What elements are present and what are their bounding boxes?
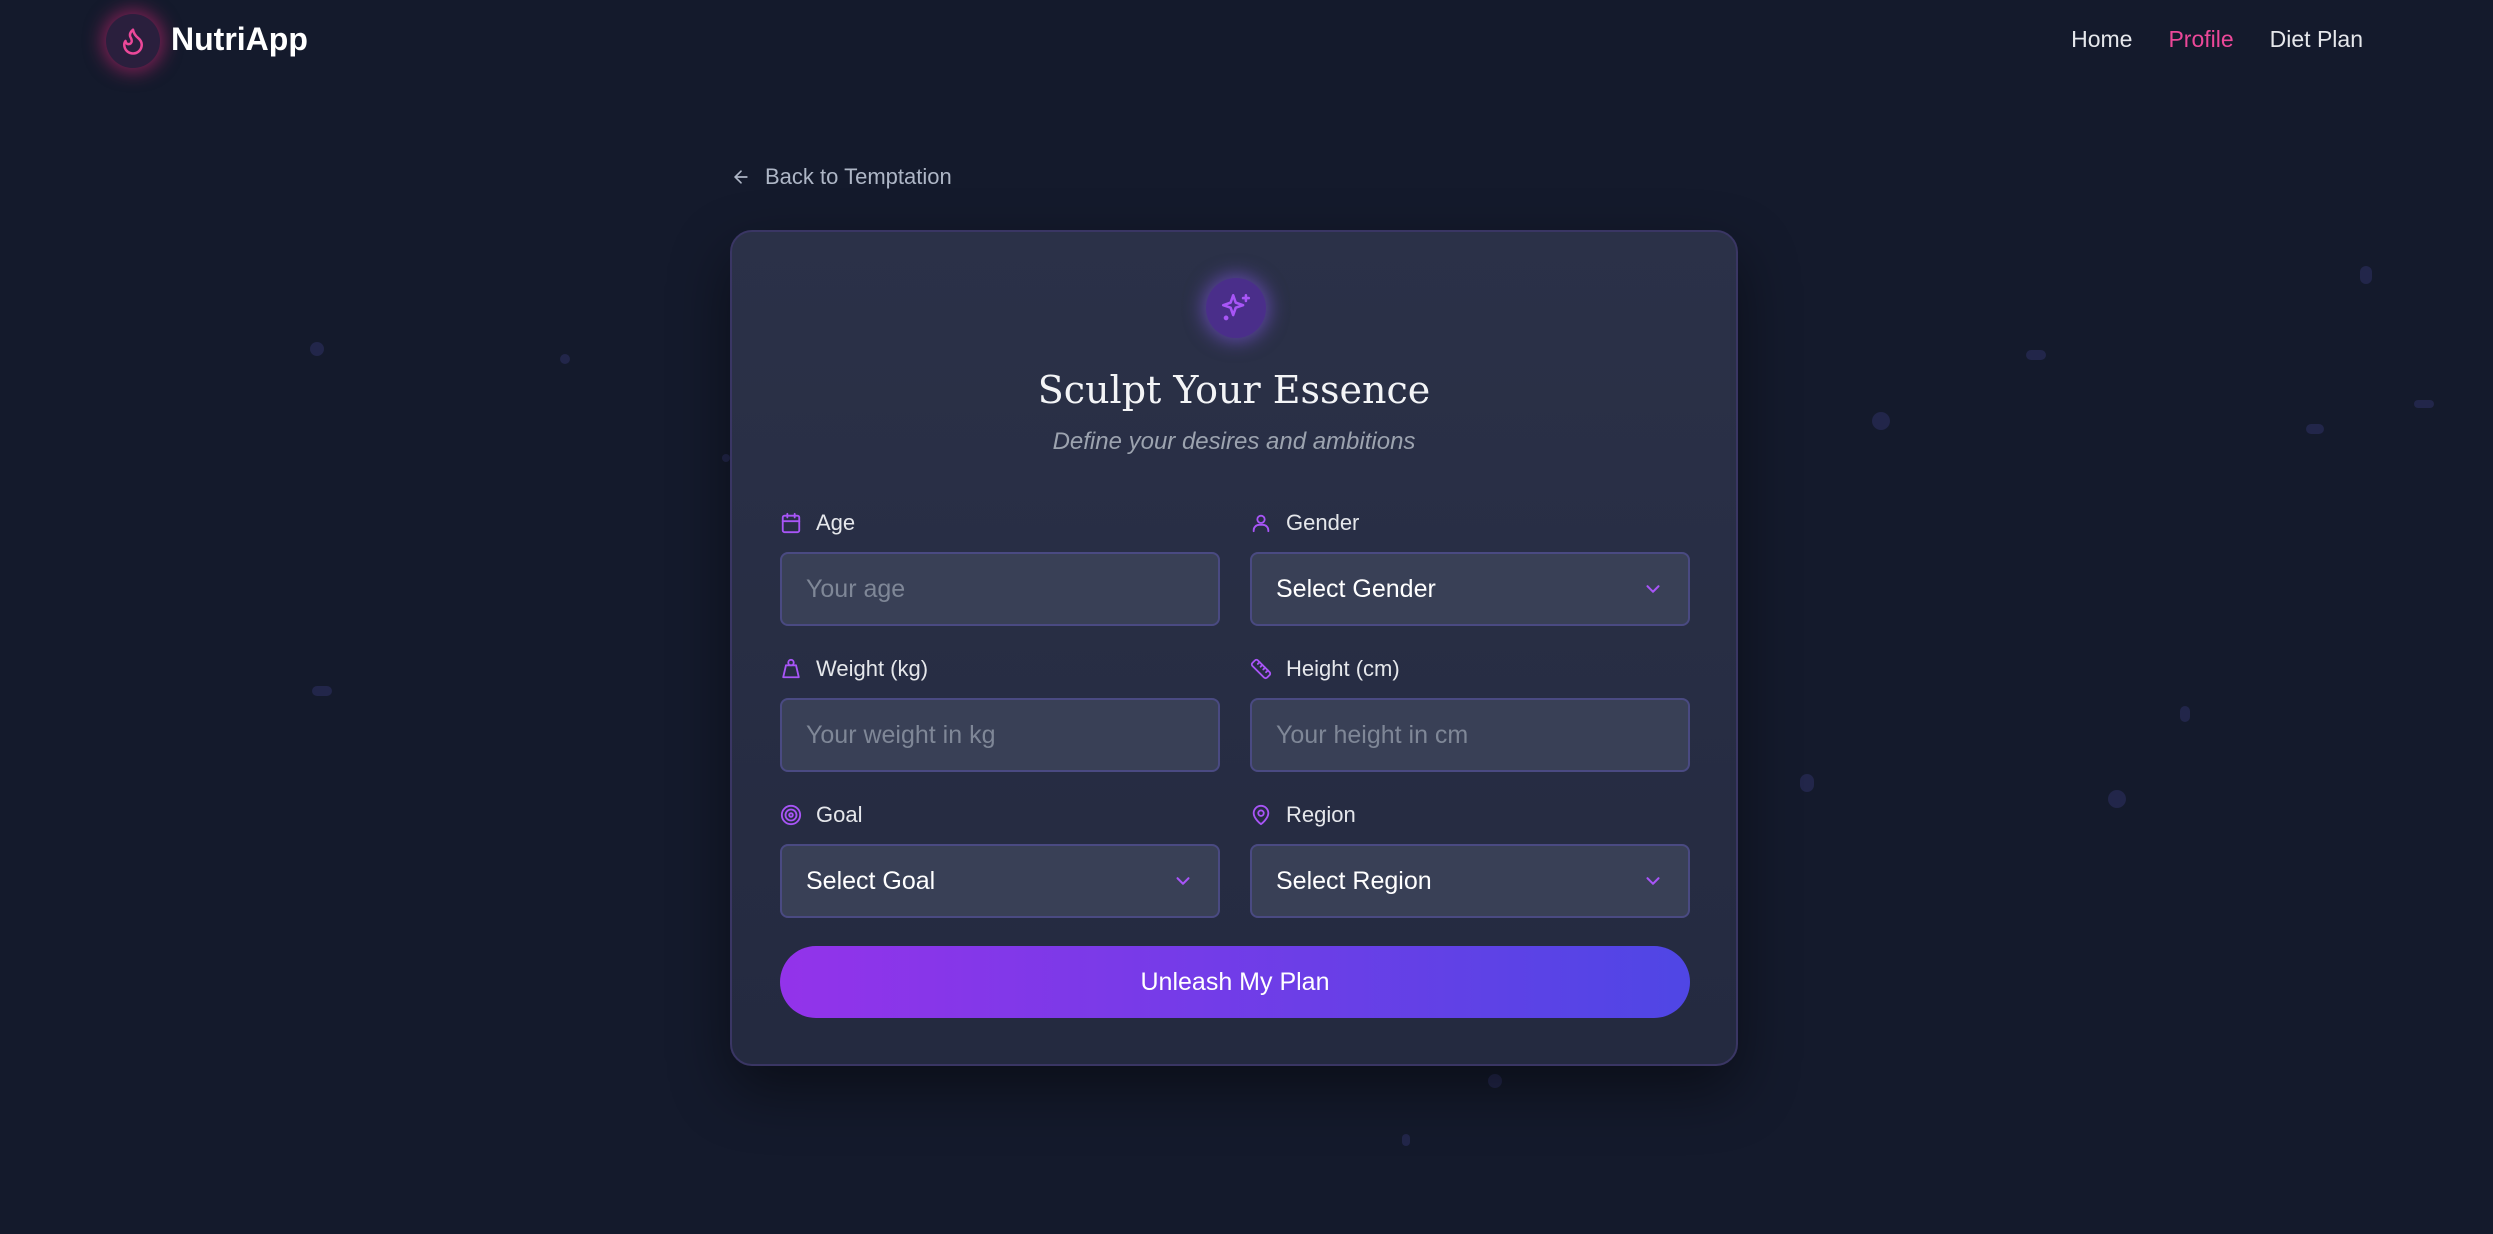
background-particle: [1800, 774, 1814, 792]
nav-item-home[interactable]: Home: [2071, 26, 2132, 53]
nav-item-profile[interactable]: Profile: [2168, 26, 2233, 53]
submit-button[interactable]: Unleash My Plan: [780, 946, 1690, 1018]
calendar-icon: [780, 512, 802, 534]
page: NutriApp Home Profile Diet Plan Back to …: [0, 0, 2493, 1234]
back-link-label: Back to Temptation: [765, 164, 952, 189]
goal-label: Goal: [816, 802, 863, 827]
background-particle: [1402, 1134, 1410, 1146]
header: NutriApp Home Profile Diet Plan: [0, 0, 2493, 82]
gender-select[interactable]: Select Gender: [1250, 552, 1690, 626]
user-icon: [1250, 512, 1272, 534]
weight-icon: [780, 658, 802, 680]
background-particle: [722, 454, 730, 462]
sparkles-icon: [1221, 293, 1251, 321]
goal-field-group: Goal Select Goal: [780, 800, 1220, 918]
arrow-left-icon: [734, 170, 748, 184]
age-label-row: Age: [780, 508, 1220, 538]
background-particle: [2414, 400, 2434, 408]
gender-label: Gender: [1286, 510, 1360, 535]
gender-label-row: Gender: [1250, 508, 1690, 538]
region-label: Region: [1286, 802, 1356, 827]
background-particle: [312, 686, 332, 696]
goal-label-row: Goal: [780, 800, 1220, 830]
nav-item-diet-plan[interactable]: Diet Plan: [2270, 26, 2363, 53]
goal-select-value: Select Goal: [806, 866, 936, 895]
background-particle: [2026, 350, 2046, 360]
goal-select[interactable]: Select Goal: [780, 844, 1220, 918]
background-particle: [2108, 790, 2126, 808]
background-particle: [310, 342, 324, 356]
chevron-down-icon: [1646, 877, 1660, 885]
background-particle: [2180, 706, 2190, 722]
map-pin-icon: [1250, 804, 1272, 826]
age-field-group: Age: [780, 508, 1220, 626]
gender-select-value: Select Gender: [1276, 574, 1436, 603]
chevron-down-icon: [1646, 585, 1660, 593]
height-input[interactable]: [1276, 720, 1664, 750]
profile-form-card: Sculpt Your Essence Define your desires …: [730, 230, 1738, 1066]
app-name[interactable]: NutriApp: [171, 21, 308, 58]
age-input-box[interactable]: [780, 552, 1220, 626]
chevron-down-icon: [1176, 877, 1190, 885]
weight-label: Weight (kg): [816, 656, 929, 681]
weight-field-group: Weight (kg): [780, 654, 1220, 772]
flame-icon: [123, 28, 143, 55]
main-nav: Home Profile Diet Plan: [2071, 26, 2363, 53]
weight-label-row: Weight (kg): [780, 654, 1220, 684]
background-particle: [560, 354, 570, 364]
gender-field-group: Gender Select Gender: [1250, 508, 1690, 626]
app-logo[interactable]: [106, 14, 160, 68]
weight-input-box[interactable]: [780, 698, 1220, 772]
region-select[interactable]: Select Region: [1250, 844, 1690, 918]
card-badge: [1206, 278, 1266, 338]
height-label: Height (cm): [1286, 656, 1400, 681]
age-label: Age: [816, 510, 856, 535]
target-icon: [780, 804, 802, 826]
background-particle: [1872, 412, 1890, 430]
height-field-group: Height (cm): [1250, 654, 1690, 772]
weight-input[interactable]: [806, 720, 1194, 750]
background-particle: [1488, 1074, 1502, 1088]
age-input[interactable]: [806, 574, 1194, 604]
card-title: Sculpt Your Essence: [1037, 368, 1431, 412]
ruler-icon: [1250, 658, 1272, 680]
background-particle: [2306, 424, 2324, 434]
region-select-value: Select Region: [1276, 866, 1432, 895]
height-input-box[interactable]: [1250, 698, 1690, 772]
region-field-group: Region Select Region: [1250, 800, 1690, 918]
height-label-row: Height (cm): [1250, 654, 1690, 684]
background-particle: [2360, 266, 2372, 284]
card-subtitle: Define your desires and ambitions: [1052, 428, 1416, 455]
back-link[interactable]: Back to Temptation: [731, 164, 952, 190]
region-label-row: Region: [1250, 800, 1690, 830]
